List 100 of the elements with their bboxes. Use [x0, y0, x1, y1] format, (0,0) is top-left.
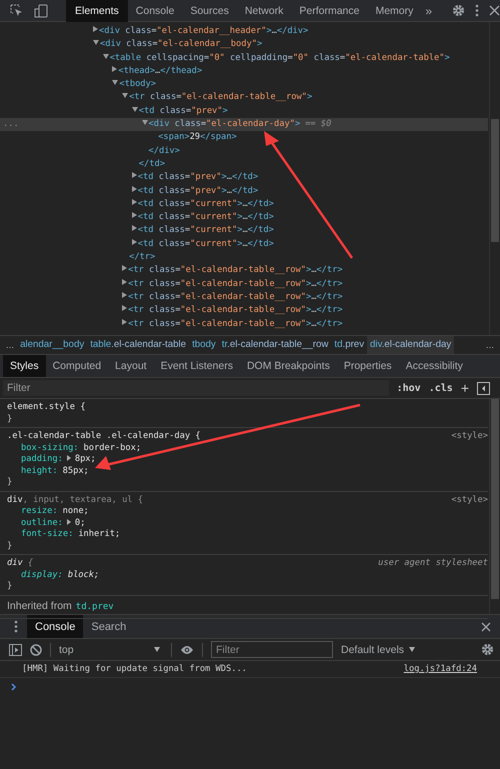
clear-console-icon[interactable] [30, 644, 42, 656]
drawer-tab[interactable]: Console [27, 615, 84, 638]
panel-tab[interactable]: Elements [66, 0, 128, 22]
sidebar-tab[interactable]: Accessibility [398, 355, 470, 377]
css-property-name[interactable]: height: [21, 466, 58, 476]
breadcrumb-item[interactable]: div.el-calendar-day [367, 336, 454, 354]
css-property-value[interactable]: 0; [74, 518, 86, 528]
css-property-name[interactable]: display: [21, 570, 63, 580]
panel-tab[interactable]: Memory [367, 0, 422, 22]
dom-node-line[interactable]: <tbody> [0, 78, 488, 92]
context-dropdown[interactable]: top [59, 644, 163, 656]
panel-tab[interactable]: Network [236, 0, 292, 22]
disclosure-triangle-icon[interactable] [132, 198, 137, 205]
settings-icon[interactable] [452, 4, 466, 17]
breadcrumb-item[interactable]: td.prev [331, 336, 368, 354]
disclosure-triangle-icon[interactable] [102, 54, 109, 59]
breadcrumb-item[interactable]: alendar__body [17, 336, 88, 354]
sidebar-toggle-icon[interactable] [477, 382, 490, 394]
disclosure-triangle-icon[interactable] [122, 292, 128, 298]
dom-node-line[interactable]: <table cellspacing="0" cellpadding="0" class="el-calendar-table"> [0, 52, 488, 65]
sidebar-tab[interactable]: Layout [108, 355, 154, 377]
dom-node-line[interactable]: <td class="current">…</td> [0, 238, 488, 252]
css-property-value[interactable]: none; [62, 506, 89, 516]
close-icon[interactable] [489, 5, 500, 16]
panel-tab[interactable]: Console [128, 0, 182, 22]
dom-node-line[interactable]: <td class="current">…</td> [0, 198, 488, 212]
filter-field[interactable]: Filter [211, 641, 333, 658]
disclosure-triangle-icon[interactable] [122, 318, 128, 325]
dom-node-line[interactable]: <div class="el-calendar__body"> [0, 38, 488, 52]
expand-triangle-icon[interactable] [66, 455, 71, 461]
dom-node-line[interactable]: <tr class="el-calendar-table__row">…</tr> [0, 290, 488, 304]
settings-icon[interactable] [481, 643, 494, 656]
stylesheet-source[interactable]: <style> [451, 431, 488, 442]
dom-node-line[interactable]: <div class="el-calendar__header">…</div> [0, 25, 488, 38]
breadcrumb-item[interactable]: tr.el-calendar-table__row [218, 336, 332, 354]
scrollbar[interactable] [489, 399, 500, 614]
close-icon[interactable] [481, 622, 491, 632]
dom-node-line[interactable]: <thead>…</thead> [0, 64, 488, 78]
disclosure-triangle-icon[interactable] [93, 40, 99, 46]
dom-node-line[interactable]: <td class="prev">…</td> [0, 171, 488, 185]
drawer-tab[interactable]: Search [83, 615, 134, 638]
dom-node-line[interactable]: <tr class="el-calendar-table__row">…</tr> [0, 264, 488, 278]
more-tabs-button[interactable]: » [421, 4, 440, 18]
disclosure-triangle-icon[interactable] [112, 80, 118, 86]
scrollbar[interactable] [489, 22, 500, 335]
sidebar-tab[interactable]: DOM Breakpoints [240, 355, 337, 377]
sidebar-tab[interactable]: Properties [336, 355, 399, 377]
disclosure-triangle-icon[interactable] [132, 106, 138, 112]
css-property-value[interactable]: 8px; [74, 454, 96, 464]
dom-node-line[interactable]: <tr class="el-calendar-table__row"> [0, 91, 488, 105]
css-property-name[interactable]: resize: [21, 506, 58, 516]
inherited-source-link[interactable]: td.prev [76, 602, 114, 612]
breadcrumb-overflow[interactable]: ... [0, 340, 18, 350]
panel-tab[interactable]: Performance [291, 0, 368, 22]
breadcrumb-item[interactable]: table.el-calendar-table [87, 336, 190, 354]
dom-node-line[interactable]: <tr class="el-calendar-table__row">…</tr> [0, 304, 488, 318]
disclosure-triangle-icon[interactable] [122, 278, 128, 285]
class-toggle-button[interactable]: .cls [428, 382, 453, 394]
device-icon[interactable] [34, 4, 48, 18]
css-property-value[interactable]: 85px; [62, 466, 89, 476]
log-levels-dropdown[interactable]: Default levels [341, 644, 416, 656]
eye-icon[interactable] [180, 644, 194, 654]
css-property-name[interactable]: padding: [21, 454, 63, 464]
sidebar-tab[interactable]: Computed [46, 355, 108, 377]
sidebar-tab[interactable]: Event Listeners [154, 355, 240, 377]
breadcrumb-overflow[interactable]: ... [482, 340, 500, 350]
dom-node-line[interactable]: <td class="current">…</td> [0, 211, 488, 224]
expand-triangle-icon[interactable] [66, 518, 71, 524]
disclosure-triangle-icon[interactable] [132, 186, 137, 192]
source-link[interactable]: log.js?1afd:24 [404, 664, 477, 674]
css-property-name[interactable]: box-sizing: [21, 442, 79, 452]
disclosure-triangle-icon[interactable] [132, 172, 137, 178]
dom-node-line[interactable]: <td class="prev">…</td> [0, 184, 488, 198]
disclosure-triangle-icon[interactable] [122, 93, 128, 98]
disclosure-triangle-icon[interactable] [142, 120, 148, 126]
css-property-name[interactable]: font-size: [21, 529, 74, 539]
css-property-value[interactable]: inherit; [78, 529, 120, 539]
css-property-name[interactable]: outline: [21, 518, 63, 528]
dom-node-line[interactable]: <tr class="el-calendar-table__row">…</tr> [0, 278, 488, 291]
disclosure-triangle-icon[interactable] [93, 26, 98, 32]
stylesheet-source[interactable]: <style> [451, 494, 488, 506]
css-property-value[interactable]: block; [68, 570, 100, 580]
disclosure-triangle-icon[interactable] [132, 225, 137, 232]
disclosure-triangle-icon[interactable] [122, 265, 128, 272]
panel-tab[interactable]: Sources [182, 0, 237, 22]
inspect-icon[interactable] [10, 4, 24, 18]
disclosure-triangle-icon[interactable] [122, 305, 128, 312]
css-property-value[interactable]: border-box; [84, 442, 142, 452]
disclosure-triangle-icon[interactable] [112, 66, 118, 72]
disclosure-triangle-icon[interactable] [132, 238, 137, 245]
dom-node-line[interactable]: </tr> [0, 251, 488, 264]
new-rule-button[interactable]: + [460, 380, 469, 396]
dom-node-line[interactable]: <span>29</span> [0, 131, 488, 145]
filter-field[interactable]: Filter [3, 380, 389, 396]
dom-node-line[interactable]: </div> [0, 144, 488, 158]
hover-state-button[interactable]: :hov [396, 382, 421, 394]
dom-node-line[interactable]: </td> [0, 158, 488, 172]
sidebar-tab[interactable]: Styles [3, 355, 46, 377]
disclosure-triangle-icon[interactable] [132, 212, 137, 218]
drawer-menu-icon[interactable] [14, 620, 18, 633]
